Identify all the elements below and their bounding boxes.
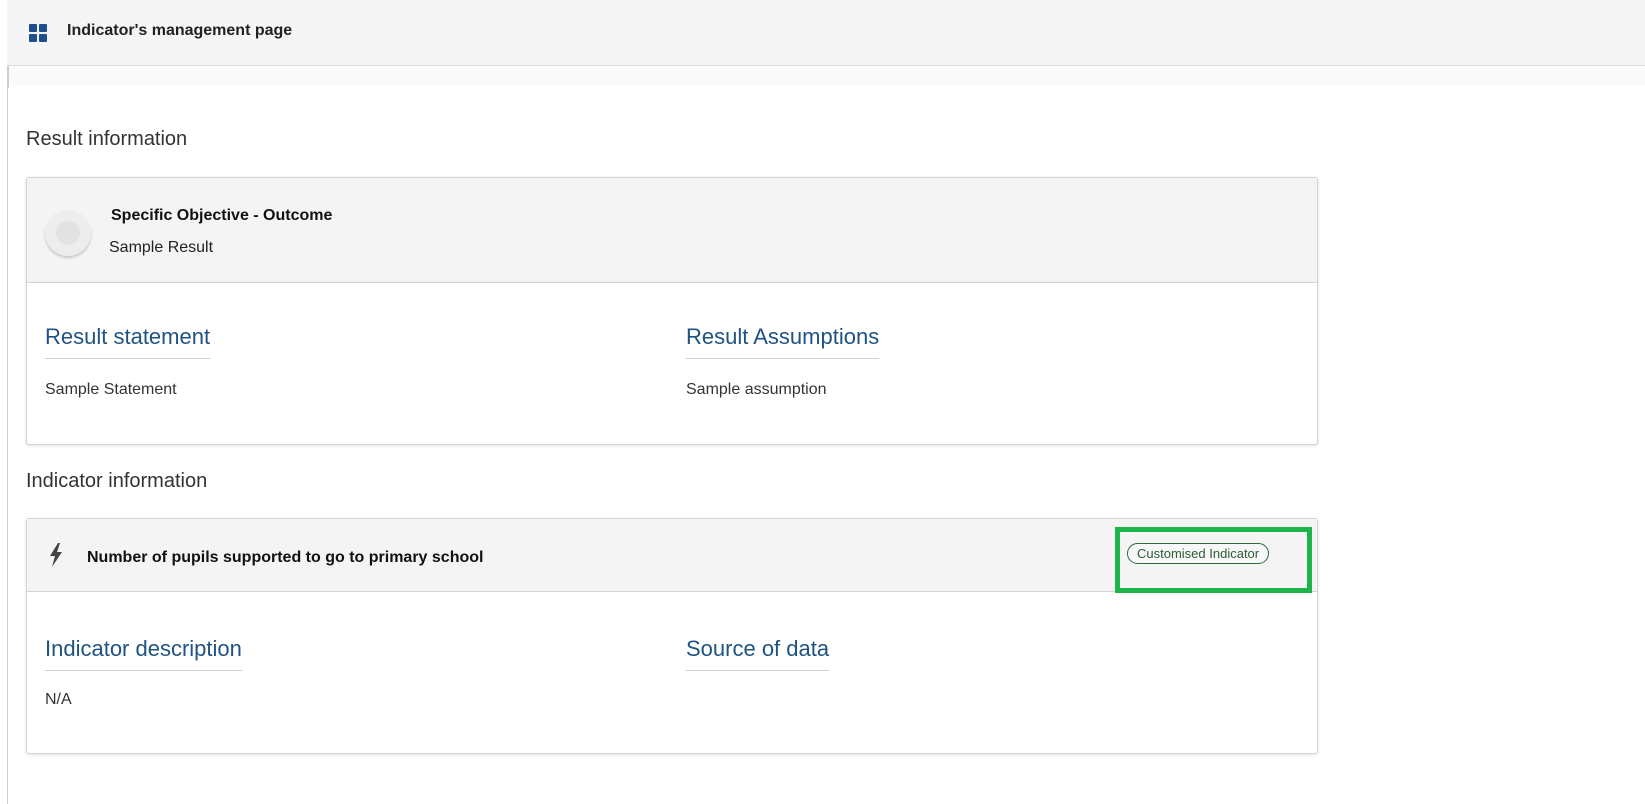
result-card: Specific Objective - Outcome Sample Resu… [26,177,1318,445]
result-subheading: Sample Result [109,239,214,256]
indicator-heading: Number of pupils supported to go to prim… [87,549,484,566]
indicator-description-value: N/A [45,691,72,708]
indicator-description-label: Indicator description [45,636,242,671]
indicator-section-title: Indicator information [26,470,208,492]
indicator-card-header: Number of pupils supported to go to prim… [27,519,1317,593]
result-statement-value: Sample Statement [45,381,177,398]
left-rule [7,85,8,804]
result-heading: Specific Objective - Outcome [111,207,333,224]
indicator-card: Number of pupils supported to go to prim… [26,518,1318,754]
header-subbar [7,67,1645,85]
result-section-title: Result information [26,128,188,150]
page-title: Indicator's management page [67,22,293,39]
result-assumptions-value: Sample assumption [686,381,827,398]
result-card-header: Specific Objective - Outcome Sample Resu… [27,178,1317,283]
customised-indicator-badge: Customised Indicator [1127,543,1270,564]
bolt-icon [50,543,62,567]
source-of-data-label: Source of data [686,636,830,671]
result-assumptions-label: Result Assumptions [686,324,880,359]
result-avatar-icon [45,210,91,256]
result-statement-label: Result statement [45,324,211,359]
page-header: Indicator's management page [7,0,1645,66]
grid-icon [29,24,47,42]
